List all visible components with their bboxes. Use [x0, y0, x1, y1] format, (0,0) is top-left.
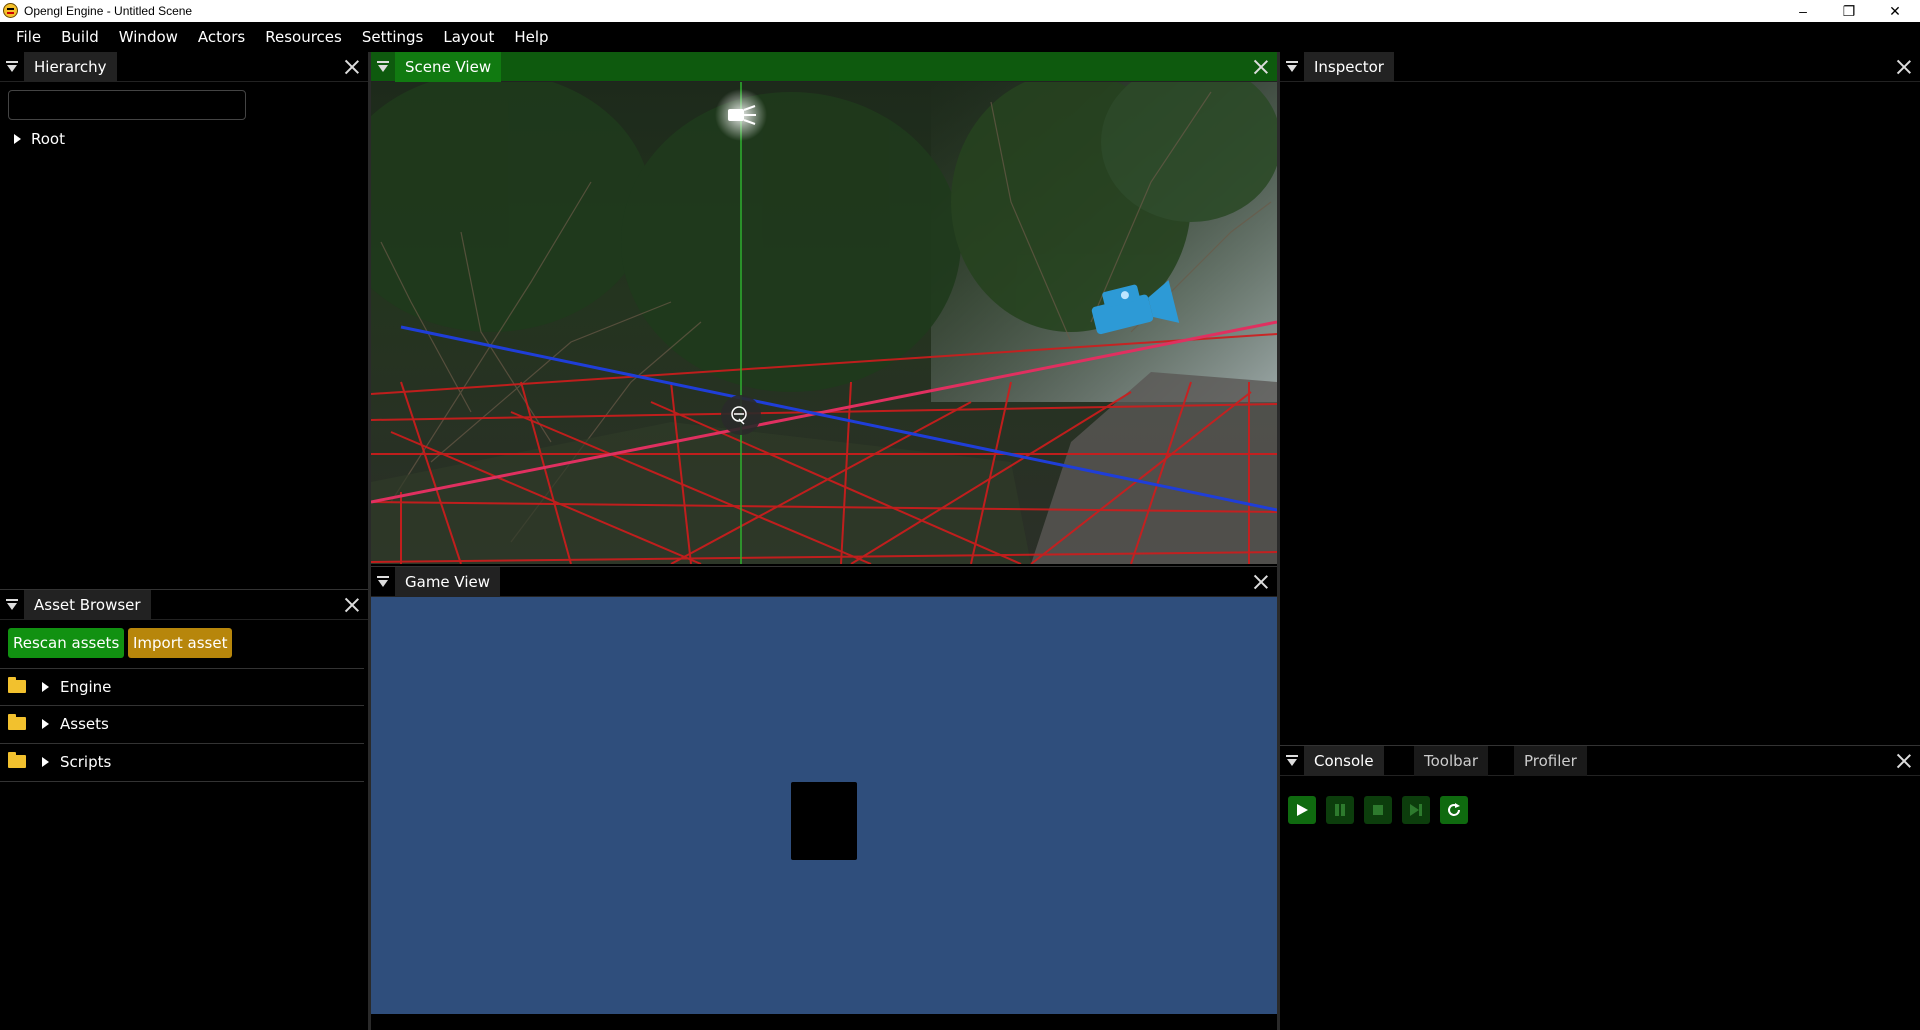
pause-button[interactable] — [1326, 796, 1354, 824]
menu-layout[interactable]: Layout — [433, 28, 504, 46]
expand-arrow-icon[interactable] — [42, 682, 49, 692]
close-icon[interactable] — [1253, 574, 1269, 590]
panel-menu-icon[interactable] — [6, 599, 18, 611]
window-titlebar: Opengl Engine - Untitled Scene – ❐ ✕ — [0, 0, 1920, 22]
play-button[interactable] — [1288, 796, 1316, 824]
asset-browser-panel: Asset Browser Rescan assets Import asset… — [0, 589, 368, 1030]
game-view-header: Game View — [371, 567, 1277, 597]
import-asset-button[interactable]: Import asset — [128, 628, 233, 658]
refresh-icon — [1448, 803, 1460, 816]
restore-button[interactable]: ❐ — [1826, 0, 1872, 22]
tab-console[interactable]: Console — [1304, 746, 1384, 776]
tab-toolbar[interactable]: Toolbar — [1414, 746, 1489, 776]
scene-viewport[interactable] — [371, 82, 1277, 564]
stop-icon — [1373, 805, 1383, 815]
toolbar-header: Console Toolbar Profiler — [1280, 746, 1920, 776]
play-icon — [1297, 804, 1308, 816]
expand-arrow-icon[interactable] — [42, 719, 49, 729]
asset-folder-row[interactable]: Engine — [0, 668, 364, 706]
window-title: Opengl Engine - Untitled Scene — [24, 4, 193, 18]
inspector-header: Inspector — [1280, 52, 1920, 82]
tab-scene-view[interactable]: Scene View — [395, 52, 502, 82]
folder-label: Scripts — [60, 753, 112, 771]
camera-gizmo-bg — [721, 395, 761, 435]
app-logo-icon — [3, 3, 18, 18]
menu-resources[interactable]: Resources — [255, 28, 352, 46]
menu-window[interactable]: Window — [109, 28, 188, 46]
expand-arrow-icon[interactable] — [42, 757, 49, 767]
hierarchy-panel: Hierarchy Root — [0, 52, 368, 586]
menu-bar: File Build Window Actors Resources Setti… — [0, 22, 1920, 52]
folder-icon — [8, 677, 26, 693]
panel-menu-icon[interactable] — [1286, 755, 1298, 767]
tree-node-root[interactable]: Root — [14, 130, 65, 148]
game-object-silhouette — [791, 782, 857, 860]
folder-icon — [8, 714, 26, 730]
tab-profiler[interactable]: Profiler — [1514, 746, 1587, 776]
step-icon — [1410, 804, 1422, 816]
game-view-panel: Game View — [371, 566, 1277, 1030]
menu-build[interactable]: Build — [51, 28, 109, 46]
stop-button[interactable] — [1364, 796, 1392, 824]
expand-arrow-icon[interactable] — [14, 134, 21, 144]
scene-render[interactable] — [371, 82, 1277, 564]
tab-asset-browser[interactable]: Asset Browser — [24, 590, 151, 620]
close-icon[interactable] — [1896, 59, 1912, 75]
pause-icon — [1335, 804, 1345, 816]
asset-folder-row[interactable]: Scripts — [0, 744, 364, 782]
hierarchy-header: Hierarchy — [0, 52, 368, 82]
close-icon[interactable] — [344, 59, 360, 75]
panel-menu-icon[interactable] — [377, 576, 389, 588]
folder-label: Assets — [60, 715, 109, 733]
menu-settings[interactable]: Settings — [352, 28, 434, 46]
game-viewport[interactable] — [371, 597, 1277, 1014]
asset-folder-row[interactable]: Assets — [0, 706, 364, 744]
rescan-assets-button[interactable]: Rescan assets — [8, 628, 125, 658]
hierarchy-search-input[interactable] — [8, 90, 246, 120]
menu-help[interactable]: Help — [504, 28, 558, 46]
scene-view-header: Scene View — [371, 52, 1277, 82]
close-icon[interactable] — [344, 597, 360, 613]
close-window-button[interactable]: ✕ — [1872, 0, 1918, 22]
panel-menu-icon[interactable] — [6, 61, 18, 73]
toolbar-panel: Console Toolbar Profiler — [1280, 745, 1920, 1030]
panel-menu-icon[interactable] — [1286, 61, 1298, 73]
menu-file[interactable]: File — [6, 28, 51, 46]
close-icon[interactable] — [1896, 753, 1912, 769]
asset-browser-header: Asset Browser — [0, 590, 368, 620]
tab-game-view[interactable]: Game View — [395, 567, 501, 597]
close-icon[interactable] — [1253, 59, 1269, 75]
refresh-button[interactable] — [1440, 796, 1468, 824]
step-button[interactable] — [1402, 796, 1430, 824]
folder-icon — [8, 752, 26, 768]
panel-menu-icon[interactable] — [377, 61, 389, 73]
tab-inspector[interactable]: Inspector — [1304, 52, 1394, 82]
scene-view-panel: Scene View — [371, 52, 1277, 564]
tab-hierarchy[interactable]: Hierarchy — [24, 52, 117, 82]
menu-actors[interactable]: Actors — [188, 28, 255, 46]
tree-node-label: Root — [31, 130, 65, 148]
inspector-panel: Inspector — [1280, 52, 1920, 745]
folder-label: Engine — [60, 678, 112, 696]
minimize-button[interactable]: – — [1780, 0, 1826, 22]
